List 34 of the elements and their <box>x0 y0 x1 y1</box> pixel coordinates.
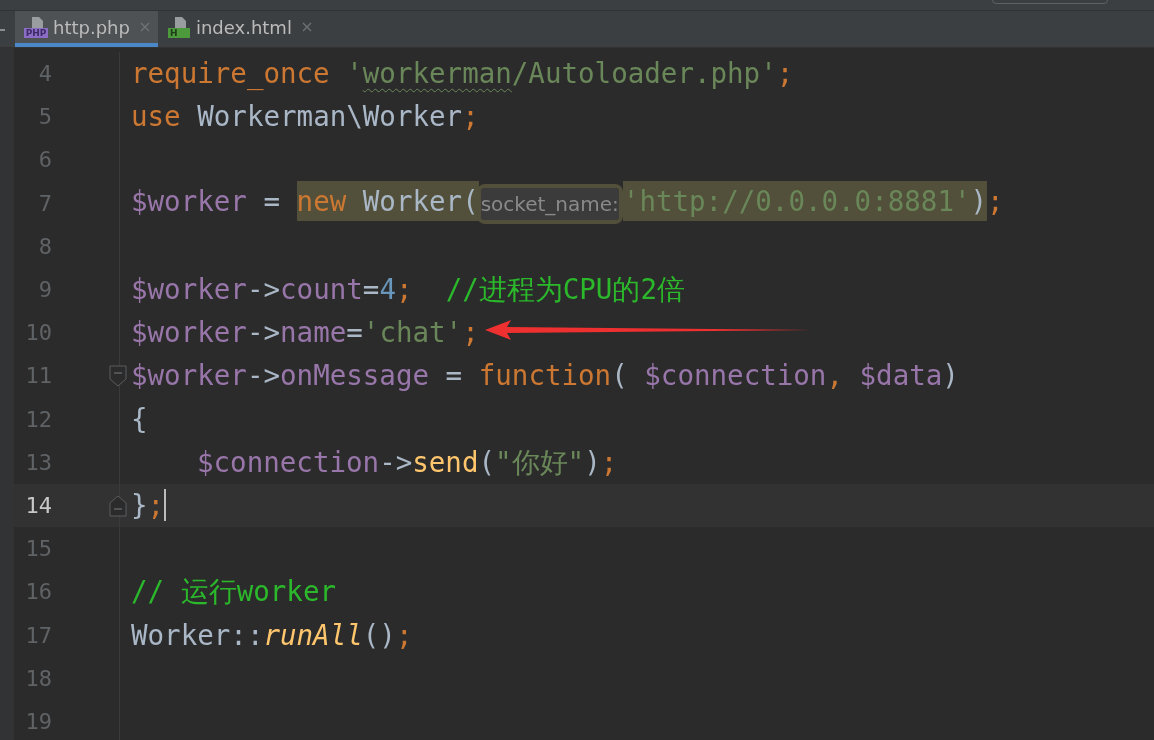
code-line: Worker::runAll(); <box>131 617 413 653</box>
line-number: 14 <box>24 492 52 518</box>
code-line: $worker->onMessage = function( $connection, $data) <box>131 358 959 394</box>
code-line: // 运行worker <box>131 574 336 610</box>
line-number: 6 <box>37 147 52 173</box>
code-line: $connection->send("你好"); <box>197 444 618 480</box>
fold-marker-icon[interactable] <box>109 494 127 517</box>
line-number: 7 <box>37 190 52 216</box>
close-icon[interactable] <box>301 22 312 32</box>
file-tab[interactable]: PHP http.php <box>15 11 158 47</box>
code-line: }; <box>131 487 165 523</box>
line-number: 17 <box>24 622 52 648</box>
minus-icon <box>0 29 5 31</box>
line-number: 13 <box>24 449 52 475</box>
fold-marker-icon[interactable] <box>109 365 127 388</box>
code-line: require_once 'workerman/Autoloader.php'; <box>131 56 794 92</box>
line-number: 18 <box>24 665 52 691</box>
line-number: 8 <box>37 233 52 259</box>
line-number: 4 <box>37 61 52 87</box>
line-number: 19 <box>24 708 52 734</box>
code-line: use Workerman\Worker; <box>131 99 479 135</box>
line-number: 16 <box>24 579 52 605</box>
text-cursor <box>164 489 167 522</box>
line-number: 9 <box>37 277 52 303</box>
code-line: $worker->count=4; //进程为CPU的2倍 <box>131 272 685 308</box>
line-number: 11 <box>24 363 52 389</box>
line-number: 5 <box>37 104 52 130</box>
code-line: $worker->name='chat'; <box>131 315 479 351</box>
file-tab[interactable]: H index.html <box>157 11 320 47</box>
line-number: 12 <box>24 406 52 432</box>
code-line: { <box>131 401 148 437</box>
line-number: 10 <box>24 320 52 346</box>
line-number: 15 <box>24 536 52 562</box>
close-icon[interactable] <box>139 22 150 32</box>
